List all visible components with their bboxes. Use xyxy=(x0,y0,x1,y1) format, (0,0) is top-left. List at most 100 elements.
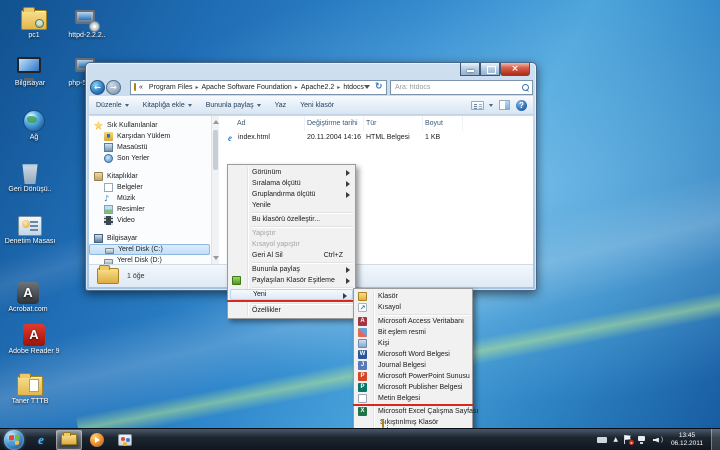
submenu-item-sikistirilmis-klasor[interactable]: Sıkıştırılmış Klasör xyxy=(354,417,472,428)
column-header-modified[interactable]: Değiştirme tarihi xyxy=(305,116,364,131)
submenu-item-klasor[interactable]: Klasör xyxy=(354,291,472,302)
menu-item-klasoru-ozellestir[interactable]: Bu klasörü özelleştir... xyxy=(228,214,355,225)
preview-pane-icon[interactable] xyxy=(499,100,510,110)
toolbar-kitapliga-ekle-button[interactable]: Kitaplığa ekle xyxy=(136,96,199,114)
submenu-item-metin-belgesi[interactable]: Metin Belgesi xyxy=(354,393,472,404)
column-header-name[interactable]: Ad xyxy=(219,116,305,131)
toolbar-duzenle-button[interactable]: Düzenle xyxy=(89,96,136,114)
breadcrumb-segment[interactable]: Apache2.2 xyxy=(301,84,334,91)
start-button[interactable] xyxy=(4,430,24,450)
sidebar-group-libraries[interactable]: Kitaplıklar xyxy=(89,171,211,182)
scrollbar-thumb[interactable] xyxy=(213,130,218,170)
excel-icon: X xyxy=(358,407,367,416)
menu-separator xyxy=(252,303,353,304)
sidebar-scrollbar[interactable] xyxy=(211,116,219,264)
file-name: index.html xyxy=(238,134,270,141)
breadcrumb-dropdown-icon[interactable] xyxy=(364,85,370,89)
desktop-icon-taner[interactable]: Taner TTTB xyxy=(3,370,57,406)
keyboard-icon[interactable] xyxy=(597,437,607,443)
desktop-icon-recycle-bin[interactable]: Geri Dönüşü.. xyxy=(3,158,57,194)
network-globe-icon xyxy=(7,106,61,132)
menu-item-paylasilan-klasor-esitleme[interactable]: Paylaşılan Klasör Eşitleme xyxy=(228,275,355,286)
breadcrumb-segment[interactable]: htdocs xyxy=(343,84,364,91)
submenu-item-powerpoint[interactable]: PMicrosoft PowerPoint Sunusu xyxy=(354,371,472,382)
sidebar-item-local-disk-c[interactable]: Yerel Disk (C:) xyxy=(89,244,210,255)
text-document-icon xyxy=(358,394,367,403)
volume-icon[interactable] xyxy=(653,436,663,444)
desktop-icon-httpd[interactable]: httpd-2.2.2.. xyxy=(60,4,114,40)
sidebar-group-computer[interactable]: Bilgisayar xyxy=(89,233,211,244)
close-button[interactable]: × xyxy=(500,63,530,76)
menu-item-ozellikler[interactable]: Özellikler xyxy=(228,305,355,316)
submenu-item-publisher[interactable]: PMicrosoft Publisher Belgesi xyxy=(354,382,472,393)
column-header-size[interactable]: Boyut xyxy=(423,116,463,131)
taskbar-paint-button[interactable] xyxy=(112,430,138,450)
toolbar-yeni-klasor-button[interactable]: Yeni klasör xyxy=(293,96,341,114)
menu-item-label: Microsoft Access Veritabanı xyxy=(378,318,464,325)
column-header-type[interactable]: Tür xyxy=(364,116,423,131)
breadcrumb-segment[interactable]: Apache Software Foundation xyxy=(202,84,292,91)
desktop-icon-acrobat-com[interactable]: AAcrobat.com xyxy=(1,278,55,314)
menu-item-label: Klasör xyxy=(378,293,398,300)
desktop-icon xyxy=(104,143,113,152)
desktop-icon-pc1[interactable]: pc1 xyxy=(7,4,61,40)
submenu-item-access[interactable]: AMicrosoft Access Veritabanı xyxy=(354,316,472,327)
submenu-item-excel[interactable]: XMicrosoft Excel Çalışma Sayfası xyxy=(354,406,472,417)
sidebar-item-downloads[interactable]: Karşıdan Yüklem xyxy=(89,131,211,142)
taskbar-explorer-button[interactable] xyxy=(56,430,82,450)
toolbar-button-label: Yaz xyxy=(275,102,287,109)
taskbar-clock[interactable]: 13:45 06.12.2011 xyxy=(671,432,703,448)
system-tray: ▲ x 13:45 06.12.2011 xyxy=(597,429,720,450)
toolbar-yaz-button[interactable]: Yaz xyxy=(268,96,294,114)
forward-button[interactable]: → xyxy=(106,80,121,95)
toolbar-bununla-paylas-button[interactable]: Bununla paylaş xyxy=(199,96,268,114)
taskbar: e ▲ x 13:45 06.12.2011 xyxy=(0,428,720,450)
search-input[interactable] xyxy=(391,81,532,94)
menu-item-bununla-paylas[interactable]: Bununla paylaş xyxy=(228,264,355,275)
breadcrumb-overflow[interactable]: « xyxy=(139,84,143,91)
sidebar-group-favorites[interactable]: Sık Kullanılanlar xyxy=(89,120,211,131)
menu-item-label: Sıkıştırılmış Klasör xyxy=(380,419,438,426)
show-desktop-button[interactable] xyxy=(711,429,720,450)
maximize-button[interactable] xyxy=(480,63,500,76)
taskbar-media-player-button[interactable] xyxy=(84,430,110,450)
desktop-icon-adobe-reader[interactable]: AAdobe Reader 9 xyxy=(7,320,61,356)
back-button[interactable]: ← xyxy=(90,80,105,95)
submenu-item-bitmap[interactable]: Bit eşlem resmi xyxy=(354,327,472,338)
sidebar-item-video[interactable]: Video xyxy=(89,215,211,226)
sidebar-group-label: Bilgisayar xyxy=(107,235,137,242)
search-box xyxy=(390,80,533,95)
file-row-index-html[interactable]: eindex.html 20.11.2004 14:16 HTML Belges… xyxy=(219,131,533,144)
breadcrumb[interactable]: « Program Files ▸ Apache Software Founda… xyxy=(130,80,387,95)
sidebar-item-pictures[interactable]: Resimler xyxy=(89,204,211,215)
sidebar-item-documents[interactable]: Belgeler xyxy=(89,182,211,193)
file-modified: 20.11.2004 14:16 xyxy=(305,134,364,141)
sidebar-item-music[interactable]: ♪Müzik xyxy=(89,193,211,204)
submenu-item-word[interactable]: WMicrosoft Word Belgesi xyxy=(354,349,472,360)
menu-item-yenile[interactable]: Yenile xyxy=(228,200,355,211)
desktop-icon-ag[interactable]: Ağ xyxy=(7,106,61,142)
help-icon[interactable]: ? xyxy=(516,100,527,111)
submenu-item-journal[interactable]: JJournal Belgesi xyxy=(354,360,472,371)
change-view-icon[interactable] xyxy=(471,101,484,110)
chevron-down-icon[interactable] xyxy=(489,104,493,107)
desktop-icon-bilgisayar[interactable]: Bilgisayar xyxy=(3,52,57,88)
minimize-button[interactable] xyxy=(460,63,480,76)
menu-item-gruplandirma[interactable]: Gruplandırma ölçütü xyxy=(228,189,355,200)
show-hidden-icons[interactable]: ▲ xyxy=(613,437,618,443)
submenu-item-kisi[interactable]: Kişi xyxy=(354,338,472,349)
sidebar-item-recent-places[interactable]: Son Yerler xyxy=(89,153,211,164)
menu-item-geri-al-sil[interactable]: Geri Al SilCtrl+Z xyxy=(228,250,355,261)
breadcrumb-segment[interactable]: Program Files xyxy=(149,84,193,91)
menu-item-yeni[interactable]: Yeni xyxy=(230,289,353,300)
action-center-icon[interactable]: x xyxy=(624,435,632,444)
menu-item-siralama[interactable]: Sıralama ölçütü xyxy=(228,178,355,189)
submenu-item-kisayol[interactable]: ↗Kısayol xyxy=(354,302,472,313)
refresh-icon[interactable]: ↻ xyxy=(375,83,383,92)
desktop-icon-control-panel[interactable]: Denetim Masası xyxy=(3,210,57,246)
sidebar-item-desktop[interactable]: Masaüstü xyxy=(89,142,211,153)
network-icon[interactable] xyxy=(638,436,647,444)
menu-item-gorunum[interactable]: Görünüm xyxy=(228,167,355,178)
taskbar-ie-button[interactable]: e xyxy=(28,430,54,450)
new-submenu: Klasör ↗Kısayol AMicrosoft Access Verita… xyxy=(353,288,473,442)
